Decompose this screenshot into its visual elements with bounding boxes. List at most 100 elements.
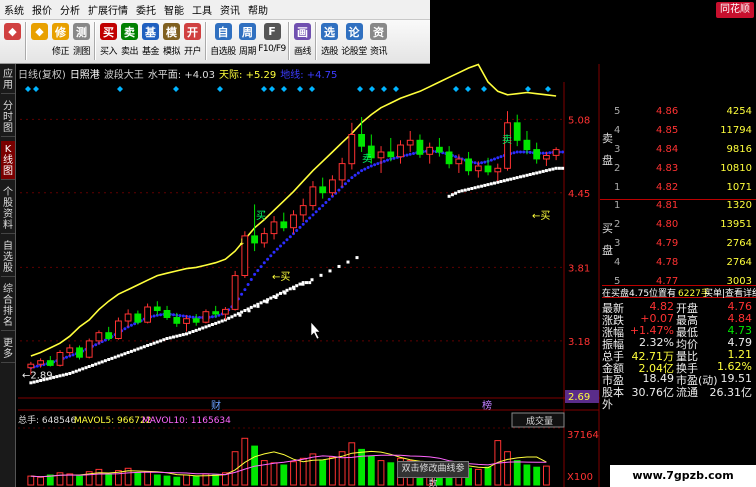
candle[interactable]	[212, 311, 220, 315]
candle[interactable]	[358, 134, 366, 147]
candle[interactable]	[523, 139, 531, 151]
candle[interactable]	[76, 347, 83, 358]
stat-row: 股本 30.76亿 流通 26.31亿	[600, 384, 756, 399]
candle[interactable]	[319, 186, 327, 194]
support-line-dot	[233, 313, 237, 317]
volume-bar	[173, 476, 181, 486]
candle[interactable]	[231, 275, 239, 310]
support-line-dot	[227, 316, 231, 320]
candle[interactable]	[329, 179, 336, 194]
candle[interactable]	[153, 306, 161, 311]
sell-volume: 11794	[720, 125, 752, 136]
candle[interactable]	[192, 318, 200, 323]
ground-line-dot	[311, 213, 315, 217]
ground-line-dot	[159, 313, 163, 317]
ground-line-dot	[489, 158, 493, 162]
candle[interactable]	[183, 318, 190, 324]
candle[interactable]	[445, 151, 453, 165]
candle[interactable]	[37, 360, 45, 365]
candle[interactable]	[124, 313, 132, 322]
candle[interactable]	[56, 352, 64, 366]
buy-row[interactable]: 2 4.80 13951	[600, 219, 756, 234]
candle[interactable]	[397, 144, 404, 158]
candle[interactable]	[46, 360, 54, 366]
order-position-note[interactable]: 在买盘4.75位置有 6227手 买单|查看详细	[602, 285, 756, 299]
candle[interactable]	[533, 149, 541, 160]
candle[interactable]	[299, 205, 307, 216]
candle[interactable]	[251, 235, 258, 244]
volume-bar	[474, 468, 482, 486]
candle[interactable]	[222, 308, 229, 315]
ground-line-dot	[243, 288, 247, 292]
candle[interactable]	[260, 233, 268, 244]
candle[interactable]	[436, 146, 443, 153]
stat-row: 涨跌 +0.07 最高 4.84	[600, 312, 756, 327]
sell-row[interactable]: 3 4.84 9816	[600, 144, 756, 159]
candle[interactable]	[85, 340, 93, 358]
candle[interactable]	[115, 320, 122, 339]
candle[interactable]	[474, 165, 482, 172]
support-line-dot	[207, 324, 211, 328]
candle[interactable]	[494, 167, 502, 173]
candle[interactable]	[426, 146, 434, 155]
candle[interactable]	[377, 151, 385, 159]
support-line-dot	[97, 361, 101, 365]
candle[interactable]	[27, 363, 35, 369]
buy-row[interactable]: 3 4.79 2764	[600, 238, 756, 253]
support-line-dot	[126, 351, 130, 354]
detail-link[interactable]: 买单|查看详细	[704, 286, 756, 299]
support-line-dot	[78, 368, 81, 372]
ground-line-dot	[71, 353, 75, 357]
candle[interactable]	[105, 332, 113, 340]
candle[interactable]	[95, 332, 103, 342]
candle[interactable]	[484, 165, 492, 173]
finance-marker[interactable]: 财	[211, 399, 221, 412]
candle[interactable]	[338, 163, 346, 181]
candle[interactable]	[163, 310, 171, 318]
sell-price: 4.84	[656, 144, 679, 155]
sell-row[interactable]: 2 4.83 10810	[600, 163, 756, 178]
candle[interactable]	[348, 134, 356, 165]
sell-row[interactable]: 1 4.82 1071	[600, 182, 756, 197]
sell-row[interactable]: 4 4.85 11794	[600, 125, 756, 140]
candle[interactable]	[270, 221, 278, 235]
candle[interactable]	[290, 214, 297, 229]
support-line-dot	[120, 353, 124, 357]
sell-row[interactable]: 5 4.86 4254	[600, 106, 756, 121]
candle[interactable]	[406, 139, 414, 146]
candle[interactable]	[173, 317, 181, 324]
candle[interactable]	[552, 149, 560, 156]
candle[interactable]	[455, 158, 463, 165]
support-line-dot	[467, 187, 471, 191]
buy-row[interactable]: 4 4.78 2764	[600, 257, 756, 272]
candle[interactable]	[465, 158, 473, 172]
support-line-dot	[168, 336, 172, 340]
ranking-marker[interactable]: 榜	[482, 399, 492, 412]
ground-line-dot	[94, 343, 98, 347]
candle[interactable]	[416, 139, 424, 155]
candle[interactable]	[513, 122, 521, 141]
candle[interactable]	[309, 186, 317, 207]
support-line-dot	[191, 330, 195, 333]
candle[interactable]	[66, 347, 74, 354]
ground-line-dot	[178, 314, 182, 318]
candle[interactable]	[387, 151, 395, 158]
candle[interactable]	[134, 313, 142, 323]
candle[interactable]	[144, 306, 151, 323]
ground-line-dot	[561, 150, 565, 154]
support-line-dot	[509, 177, 513, 181]
ground-line-dot	[152, 314, 156, 318]
volume-bar	[348, 442, 356, 486]
buy-row[interactable]: 1 4.81 1320	[600, 200, 756, 215]
buy-arrow-label: ←买	[272, 271, 290, 283]
ground-line-dot	[360, 169, 364, 173]
volume-tab-label[interactable]: 成交量	[526, 415, 553, 427]
candle[interactable]	[202, 311, 210, 323]
candle[interactable]	[280, 221, 288, 229]
support-line-dot	[204, 325, 208, 329]
candle[interactable]	[543, 155, 550, 160]
volume-bar	[66, 473, 74, 486]
price-tick-label: 3.81	[568, 263, 590, 274]
ground-line-dot	[308, 216, 312, 220]
support-line-dot	[295, 284, 299, 288]
